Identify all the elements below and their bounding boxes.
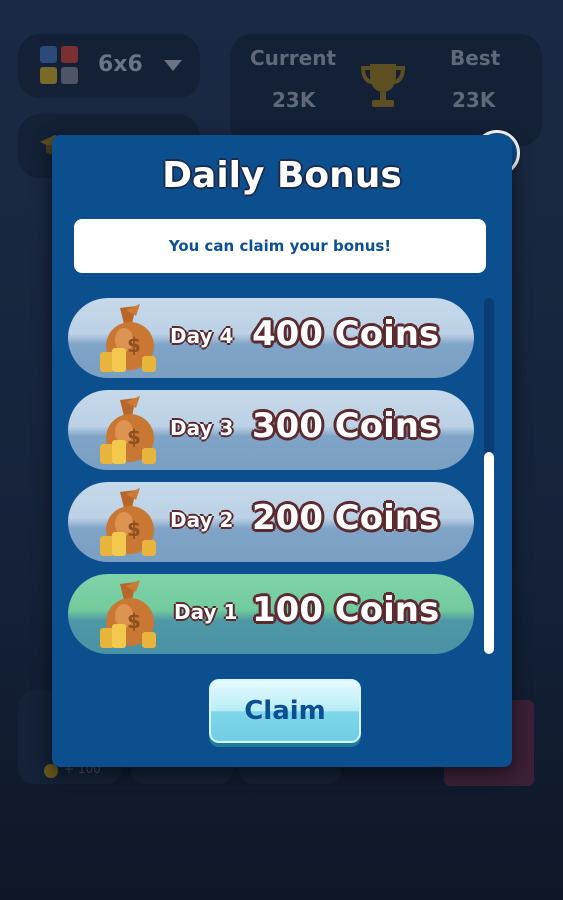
coins-amount: 300 Coins: [252, 406, 440, 446]
trophy-icon: [360, 64, 406, 107]
day-label: Day 2: [170, 508, 234, 532]
coins-amount: 100 Coins: [252, 590, 440, 630]
board-size-label: 6x6: [98, 52, 143, 77]
best-score-label: Best: [450, 46, 501, 70]
money-bag-icon: $: [100, 304, 156, 372]
best-score-value: 23K: [452, 88, 496, 112]
svg-text:$: $: [127, 609, 141, 633]
reward-row-day-1: $ Day 1 100 Coins: [68, 574, 474, 654]
day-label: Day 3: [170, 416, 234, 440]
coins-amount: 400 Coins: [252, 314, 440, 354]
chevron-down-icon: [164, 60, 182, 71]
current-score-value: 23K: [272, 88, 316, 112]
money-bag-icon: $: [100, 580, 156, 648]
coins-amount: 200 Coins: [252, 498, 440, 538]
board-size-selector[interactable]: 6x6: [18, 34, 200, 98]
reward-row-day-2: $ Day 2 200 Coins: [68, 482, 474, 562]
day-label: Day 1: [174, 600, 238, 624]
daily-bonus-dialog: Daily Bonus You can claim your bonus! $ …: [52, 135, 512, 767]
dialog-title: Daily Bonus: [162, 155, 402, 196]
claim-button[interactable]: Claim: [209, 679, 361, 743]
grid-icon: [40, 46, 80, 86]
claim-message: You can claim your bonus!: [74, 219, 486, 273]
money-bag-icon: $: [100, 488, 156, 556]
svg-text:$: $: [127, 425, 141, 449]
scrollbar-thumb[interactable]: [484, 452, 494, 654]
reward-list[interactable]: $ Day 4 400 Coins $ Day 3 300 Coins $ Da…: [68, 298, 478, 658]
current-score-label: Current: [250, 46, 337, 70]
money-bag-icon: $: [100, 396, 156, 464]
reward-row-day-3: $ Day 3 300 Coins: [68, 390, 474, 470]
svg-text:$: $: [127, 333, 141, 357]
day-label: Day 4: [170, 324, 234, 348]
svg-text:$: $: [127, 517, 141, 541]
reward-row-day-4: $ Day 4 400 Coins: [68, 298, 474, 378]
